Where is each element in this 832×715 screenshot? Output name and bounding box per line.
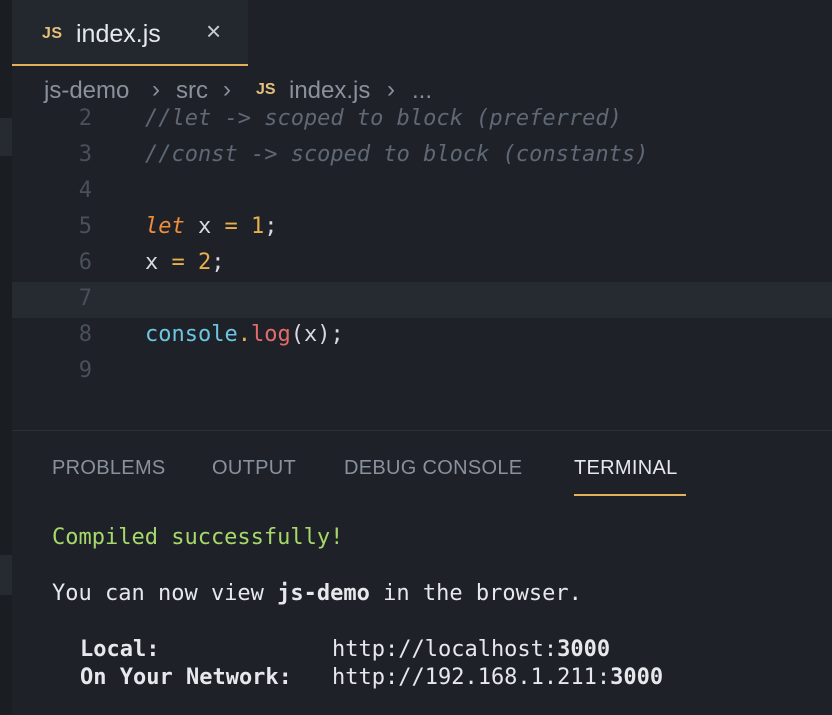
terminal-url-text: http://192.168.1.211: <box>332 665 611 690</box>
call-arguments: (x); <box>290 322 344 347</box>
operator: = <box>171 250 185 275</box>
terminal-label-text: Local: <box>80 637 160 662</box>
strip-marker <box>0 118 12 156</box>
punctuation: ; <box>211 250 225 275</box>
object-name: console <box>145 322 238 347</box>
code-line: 8 console.log(x); <box>12 318 832 354</box>
code-line: 4 <box>12 174 832 210</box>
terminal-local-label: Local: <box>80 637 159 662</box>
terminal-text: You can now view <box>52 581 278 606</box>
code-comment: //let -> scoped to block (preferred) <box>145 106 622 131</box>
code-comment: //const -> scoped to block (constants) <box>145 142 649 167</box>
js-file-icon: JS <box>42 25 63 42</box>
terminal-label-text: On Your Network: <box>80 665 292 690</box>
js-file-icon: JS <box>256 81 276 98</box>
code-line: 3 //const -> scoped to block (constants) <box>12 138 832 174</box>
terminal-local-url: http://localhost:3000 <box>332 637 610 662</box>
terminal-network-url: http://192.168.1.211:3000 <box>332 665 663 690</box>
breadcrumb-file[interactable]: index.js <box>289 77 370 105</box>
identifier: x <box>145 250 172 275</box>
line-number: 3 <box>78 142 92 167</box>
code-text: let x = 1; <box>145 214 278 239</box>
chevron-right-icon: › <box>152 76 160 103</box>
keyword: let <box>145 214 185 239</box>
breadcrumb-folder[interactable]: src <box>176 77 208 105</box>
number-literal: 1 <box>237 214 265 239</box>
active-tab-indicator <box>574 494 686 496</box>
tab-debug-console[interactable]: DEBUG CONSOLE <box>344 457 522 480</box>
chevron-right-icon: › <box>223 76 231 103</box>
code-text: x = 2; <box>145 250 225 275</box>
terminal-port: 3000 <box>610 665 664 690</box>
editor-tab-bar: JS index.js × <box>12 0 832 66</box>
code-text: console.log(x); <box>145 322 344 347</box>
number-literal: 2 <box>184 250 212 275</box>
terminal-url-text: http://localhost: <box>332 637 558 662</box>
line-number: 2 <box>78 106 92 131</box>
bottom-panel: PROBLEMS OUTPUT DEBUG CONSOLE TERMINAL C… <box>12 430 832 715</box>
line-number: 9 <box>78 358 92 383</box>
identifier: x <box>184 214 225 239</box>
breadcrumb: js-demo › src › JS index.js › ... <box>12 66 832 106</box>
code-line: 5 let x = 1; <box>12 210 832 246</box>
code-line: 2 //let -> scoped to block (preferred) <box>12 106 832 138</box>
code-line: 6 x = 2; <box>12 246 832 282</box>
tab-output[interactable]: OUTPUT <box>212 457 296 480</box>
breadcrumb-project[interactable]: js-demo <box>44 77 129 105</box>
operator: = <box>224 214 238 239</box>
punctuation: ; <box>264 214 278 239</box>
line-number: 6 <box>78 250 92 275</box>
code-line: 9 <box>12 354 832 390</box>
terminal-compiled-message: Compiled successfully! <box>52 525 344 550</box>
terminal-text: in the browser. <box>369 581 582 606</box>
line-number: 8 <box>78 322 92 347</box>
terminal-network-label: On Your Network: <box>80 665 292 690</box>
tab-terminal[interactable]: TERMINAL <box>574 457 678 480</box>
terminal-app-name: js-demo <box>277 581 370 606</box>
function-name: log <box>250 322 291 347</box>
code-editor[interactable]: 2 //let -> scoped to block (preferred) 3… <box>12 106 832 428</box>
tab-problems[interactable]: PROBLEMS <box>52 457 166 480</box>
code-line-current: 7 <box>12 282 832 318</box>
close-icon[interactable]: × <box>206 18 221 44</box>
chevron-right-icon: › <box>387 76 395 103</box>
line-number: 7 <box>78 286 92 311</box>
terminal-view-message: You can now view js-demo in the browser. <box>52 581 582 606</box>
line-number: 5 <box>78 214 92 239</box>
left-activity-strip <box>0 0 12 714</box>
strip-marker <box>0 555 12 595</box>
terminal-port: 3000 <box>557 637 611 662</box>
line-number: 4 <box>78 178 92 203</box>
operator: . <box>237 322 251 347</box>
tab-index-js[interactable]: JS index.js × <box>12 0 248 66</box>
tab-title: index.js <box>76 20 161 48</box>
breadcrumb-more[interactable]: ... <box>412 77 432 105</box>
